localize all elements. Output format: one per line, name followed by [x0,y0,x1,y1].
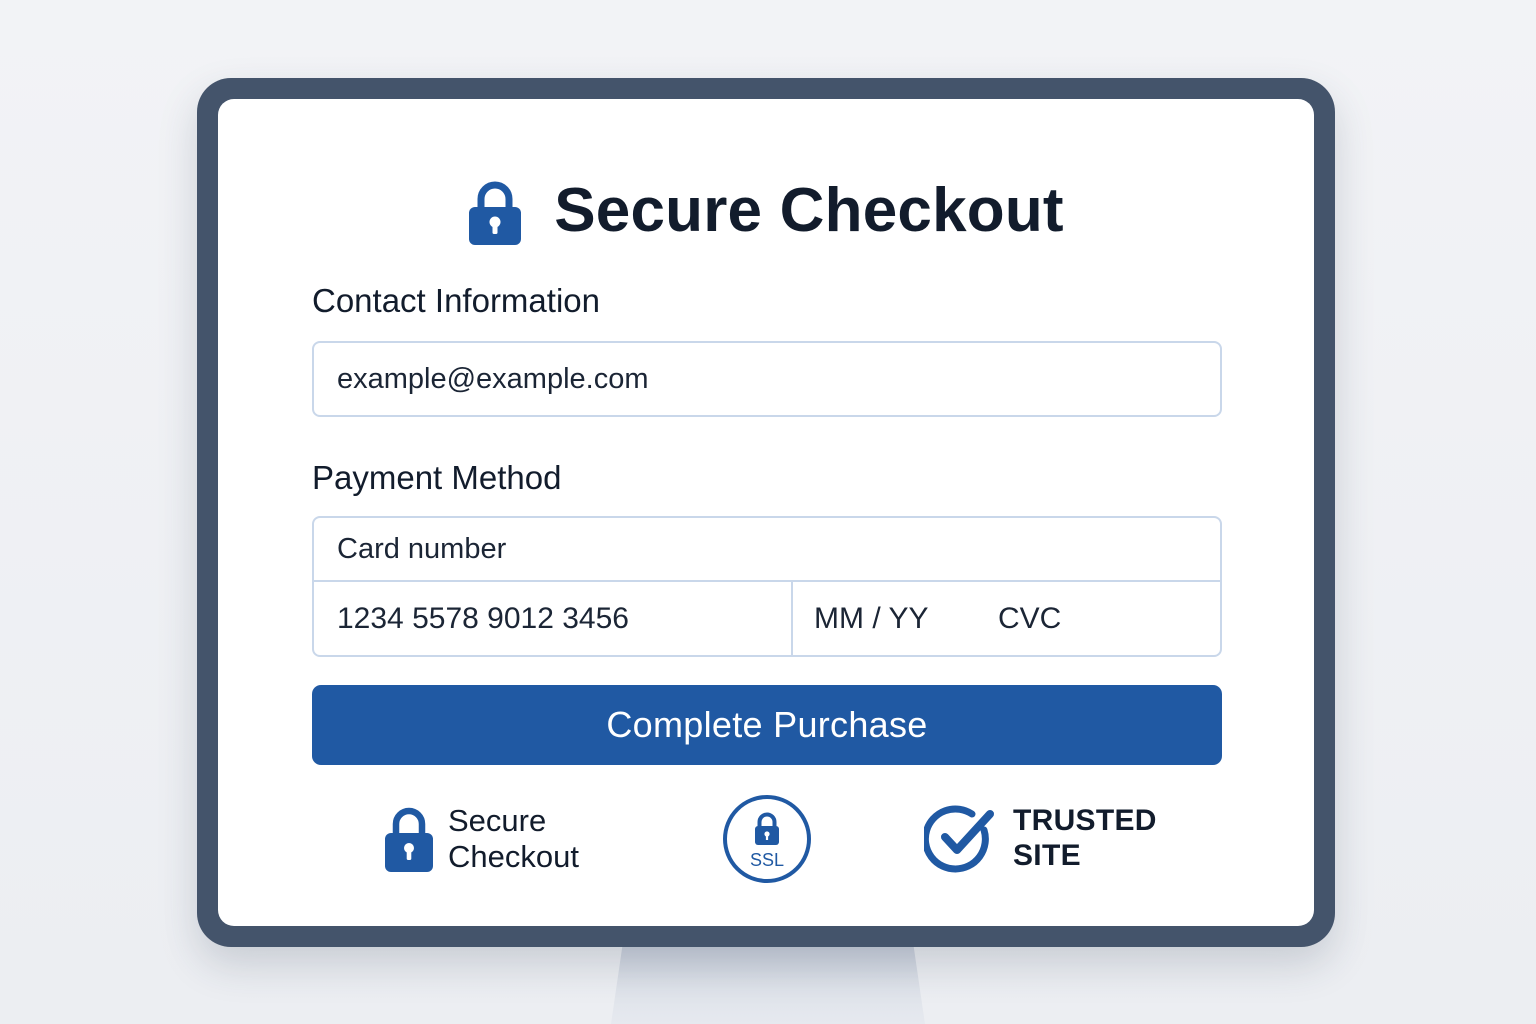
cvc-placeholder: CVC [998,601,1062,635]
checkout-screen: Secure Checkout Contact Information exam… [218,99,1314,926]
ssl-lock-icon: SSL [723,795,811,883]
card-number-label: Card number [337,532,507,565]
page-title: Secure Checkout [554,176,1064,245]
card-inputs-row: 1234 5578 9012 3456 MM / YY CVC [314,582,1220,655]
ssl-badge: SSL [721,793,813,885]
payment-section-label: Payment Method [312,459,562,496]
secure-checkout-badge: Secure Checkout [384,803,579,875]
complete-purchase-button[interactable]: Complete Purchase [312,685,1222,765]
email-value: example@example.com [337,362,649,395]
complete-purchase-label: Complete Purchase [606,704,928,745]
lock-icon [385,807,433,872]
cvc-input[interactable]: CVC [998,582,1061,655]
trusted-site-badge: TRUSTED SITE [924,802,1157,874]
email-field[interactable]: example@example.com [312,341,1222,417]
card-number-value: 1234 5578 9012 3456 [337,601,629,635]
expiry-placeholder: MM / YY [814,601,929,635]
check-circle-icon [924,805,994,873]
secure-badge-line2: Checkout [448,839,579,874]
trusted-badge-line2: SITE [1013,839,1081,872]
monitor-stand [611,938,925,1024]
expiry-input[interactable]: MM / YY [793,582,998,655]
card-details-group: Card number 1234 5578 9012 3456 MM / YY … [312,516,1222,657]
contact-section-label: Contact Information [312,282,600,319]
page-header: Secure Checkout [218,176,1314,248]
trusted-badge-line1: TRUSTED [1013,804,1157,837]
secure-badge-line1: Secure [448,803,547,838]
lock-icon [469,181,522,245]
monitor-frame: Secure Checkout Contact Information exam… [197,78,1335,947]
ssl-label: SSL [750,850,784,870]
card-number-label-row: Card number [314,518,1220,582]
card-number-input[interactable]: 1234 5578 9012 3456 [314,582,793,655]
